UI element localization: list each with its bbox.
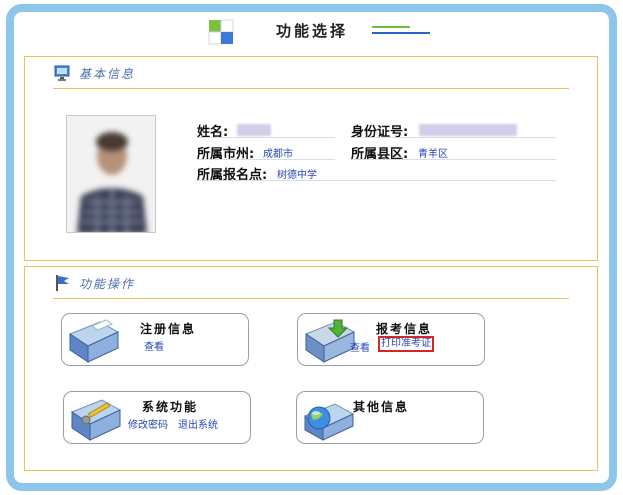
print-admission-ticket-link[interactable]: 打印准考证: [378, 336, 434, 352]
system-functions-card: 系统功能 修改密码 退出系统: [63, 391, 251, 444]
applicant-photo: [66, 115, 156, 233]
system-functions-title: 系统功能: [142, 400, 199, 414]
functions-title: 功能操作: [79, 277, 136, 291]
header-decoration: [372, 26, 432, 40]
book-icon: [68, 319, 120, 363]
exam-info-card: 报考信息 查看 打印准考证: [297, 313, 485, 366]
county-value: 青羊区: [418, 149, 448, 160]
exam-info-title: 报考信息: [376, 322, 433, 336]
basic-info-title: 基本信息: [79, 67, 136, 81]
settings-tools-icon: [70, 399, 122, 441]
register-info-card: 注册信息 查看: [61, 313, 249, 366]
other-info-card: 其他信息: [296, 391, 484, 444]
name-value-redacted: [237, 124, 271, 136]
function-select-icon: [208, 19, 234, 45]
globe-book-icon: [303, 403, 355, 441]
basic-info-panel: 基本信息 姓名: 身份证号: 所属市州: 成都市 所属县区: 青羊区 所属报名点…: [24, 56, 598, 261]
site-value: 树德中学: [277, 170, 317, 181]
exam-view-link[interactable]: 查看: [350, 339, 370, 354]
register-info-title: 注册信息: [140, 322, 197, 336]
other-info-title: 其他信息: [353, 400, 410, 414]
change-password-link[interactable]: 修改密码: [128, 416, 168, 431]
logout-link[interactable]: 退出系统: [178, 416, 218, 431]
flag-icon: [56, 275, 69, 291]
city-value: 成都市: [263, 149, 293, 160]
page-title: 功能选择: [276, 22, 349, 40]
id-number-value-redacted: [419, 124, 517, 136]
register-view-link[interactable]: 查看: [144, 338, 164, 353]
monitor-icon: [54, 65, 70, 81]
